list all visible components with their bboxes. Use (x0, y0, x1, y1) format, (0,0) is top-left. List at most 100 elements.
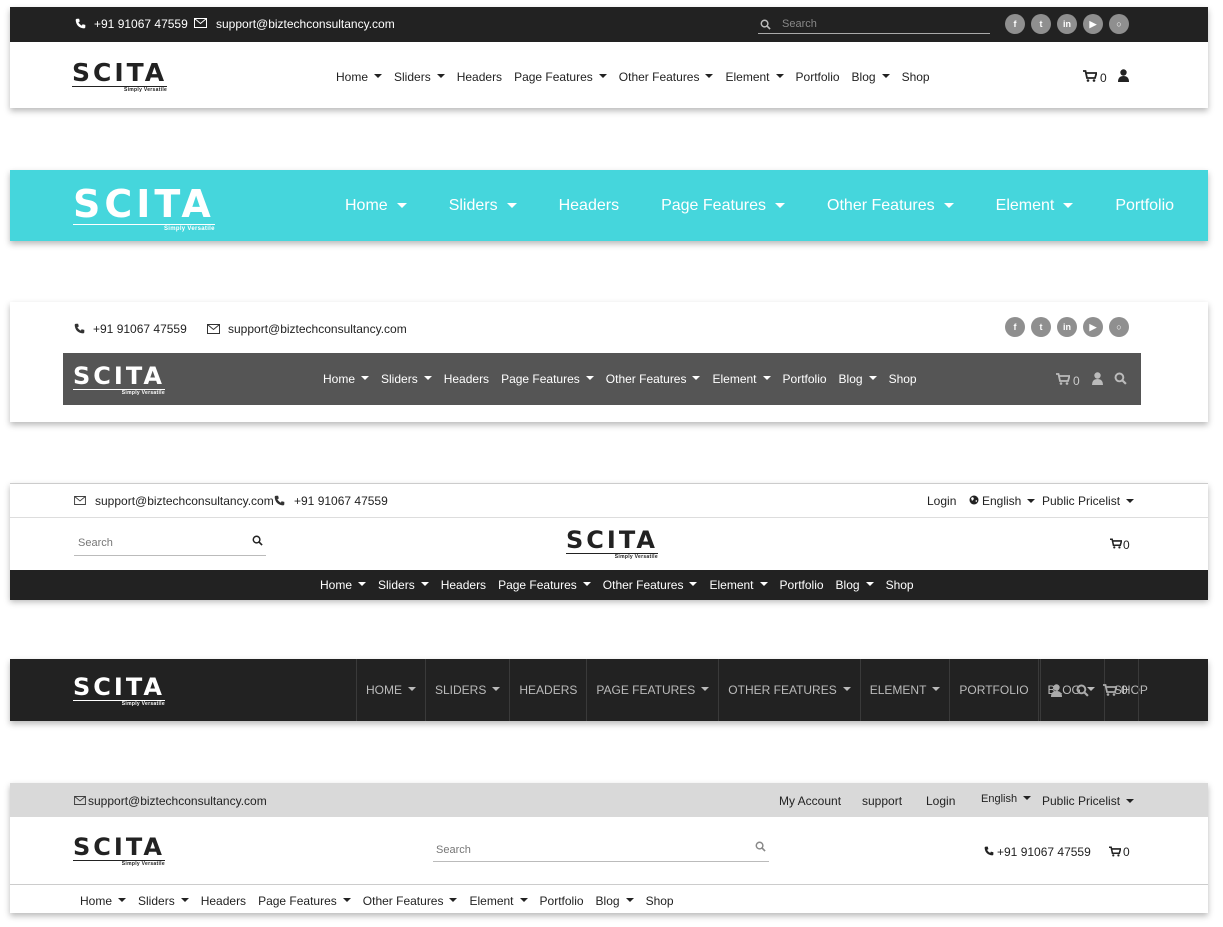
nav-item-headers[interactable]: Headers (441, 578, 486, 592)
facebook-icon[interactable]: f (1005, 317, 1025, 337)
nav-item-headers[interactable]: Headers (559, 197, 619, 215)
logo[interactable]: SCITA Simply Versatile (72, 60, 168, 93)
cart-icon[interactable] (1109, 846, 1121, 857)
nav-item-blog[interactable]: Blog (596, 894, 634, 908)
language-select[interactable]: English (981, 793, 1032, 805)
nav-item-home[interactable]: Home (80, 894, 127, 908)
nav-item-page-features[interactable]: Page Features (661, 197, 786, 215)
nav-item-blog[interactable]: Blog (839, 372, 877, 386)
nav-item-home[interactable]: Home (345, 197, 407, 215)
nav-item-element[interactable]: Element (725, 70, 784, 84)
user-icon[interactable] (1118, 69, 1129, 82)
phone-number[interactable]: +91 91067 47559 (997, 845, 1091, 859)
user-icon[interactable] (1092, 372, 1103, 385)
nav-item-page-features[interactable]: PAGE FEATURES (586, 659, 718, 721)
logo[interactable]: SCITA Simply Versatile (73, 835, 165, 867)
nav-item-label: Home (323, 372, 356, 386)
support-link[interactable]: support (862, 794, 902, 808)
nav-item-other-features[interactable]: Other Features (606, 372, 701, 386)
search-icon[interactable] (252, 535, 263, 546)
email-link[interactable]: support@biztechconsultancy.com (216, 17, 395, 31)
login-link[interactable]: Login (926, 794, 955, 808)
nav-item-page-features[interactable]: Page Features (258, 894, 351, 908)
nav-item-shop[interactable]: Shop (886, 578, 914, 592)
nav-item-other-features[interactable]: Other Features (603, 578, 698, 592)
nav-item-headers[interactable]: Headers (457, 70, 502, 84)
nav-item-sliders[interactable]: Sliders (449, 197, 517, 215)
chevron-down-icon (436, 74, 445, 78)
nav-item-shop[interactable]: Shop (646, 894, 674, 908)
nav-item-portfolio[interactable]: PORTFOLIO (949, 659, 1037, 721)
nav-item-home[interactable]: Home (336, 70, 383, 84)
cart-icon[interactable] (1056, 373, 1070, 385)
nav-item-portfolio[interactable]: Portfolio (1115, 197, 1174, 215)
nav-item-other-features[interactable]: OTHER FEATURES (718, 659, 859, 721)
nav-item-home[interactable]: HOME (356, 659, 425, 721)
email-link[interactable]: support@biztechconsultancy.com (88, 794, 267, 808)
nav-item-portfolio[interactable]: Portfolio (540, 894, 584, 908)
nav-item-headers[interactable]: HEADERS (509, 659, 586, 721)
login-link[interactable]: Login (927, 494, 956, 508)
nav-item-portfolio[interactable]: Portfolio (783, 372, 827, 386)
nav-item-page-features[interactable]: Page Features (501, 372, 594, 386)
linkedin-icon[interactable]: in (1057, 14, 1077, 34)
phone-number[interactable]: +91 91067 47559 (93, 322, 187, 336)
user-icon[interactable] (1051, 683, 1062, 697)
nav-item-sliders[interactable]: SLIDERS (425, 659, 509, 721)
nav-item-sliders[interactable]: Sliders (378, 578, 429, 592)
phone-number[interactable]: +91 91067 47559 (94, 17, 188, 31)
search-input[interactable]: Search (436, 844, 471, 856)
pricelist-select[interactable]: Public Pricelist (1042, 794, 1135, 808)
youtube-icon[interactable]: ▶ (1083, 14, 1103, 34)
nav-item-other-features[interactable]: Other Features (363, 894, 458, 908)
search-input[interactable]: Search (78, 537, 113, 549)
nav-item-portfolio[interactable]: Portfolio (780, 578, 824, 592)
nav-item-headers[interactable]: Headers (444, 372, 489, 386)
logo[interactable]: SCITA Simply Versatile (73, 364, 165, 396)
logo[interactable]: SCITA Simply Versatile (566, 528, 658, 560)
nav-item-home[interactable]: Home (323, 372, 370, 386)
nav-item-shop[interactable]: Shop (889, 372, 917, 386)
cart-icon[interactable] (1103, 684, 1117, 696)
nav-item-sliders[interactable]: Sliders (381, 372, 432, 386)
instagram-icon[interactable]: ○ (1109, 14, 1129, 34)
facebook-icon[interactable]: f (1005, 14, 1025, 34)
nav-item-portfolio[interactable]: Portfolio (796, 70, 840, 84)
nav-item-other-features[interactable]: Other Features (619, 70, 714, 84)
nav-item-shop[interactable]: Shop (902, 70, 930, 84)
twitter-icon[interactable]: t (1031, 14, 1051, 34)
nav-item-element[interactable]: ELEMENT (859, 659, 950, 721)
logo[interactable]: SCITA Simply Versatile (73, 675, 165, 707)
nav-item-sliders[interactable]: Sliders (394, 70, 445, 84)
linkedin-icon[interactable]: in (1057, 317, 1077, 337)
search-input[interactable]: Search (782, 18, 817, 30)
nav-item-element[interactable]: Element (469, 894, 528, 908)
youtube-icon[interactable]: ▶ (1083, 317, 1103, 337)
email-link[interactable]: support@biztechconsultancy.com (228, 322, 407, 336)
nav-item-element[interactable]: Element (712, 372, 771, 386)
nav-item-home[interactable]: Home (320, 578, 367, 592)
nav-item-blog[interactable]: Blog (852, 70, 890, 84)
language-select[interactable]: English (982, 494, 1036, 508)
logo[interactable]: SCITA Simply Versatile (73, 185, 215, 232)
instagram-icon[interactable]: ○ (1109, 317, 1129, 337)
nav-item-element[interactable]: Element (709, 578, 768, 592)
cart-icon[interactable] (1083, 70, 1097, 82)
nav-item-page-features[interactable]: Page Features (498, 578, 591, 592)
pricelist-select[interactable]: Public Pricelist (1042, 494, 1135, 508)
phone-number[interactable]: +91 91067 47559 (294, 494, 388, 508)
nav-item-headers[interactable]: Headers (201, 894, 246, 908)
email-link[interactable]: support@biztechconsultancy.com (95, 494, 274, 508)
nav-item-page-features[interactable]: Page Features (514, 70, 607, 84)
my-account-link[interactable]: My Account (779, 794, 841, 808)
search-icon[interactable] (1076, 684, 1089, 697)
nav-item-element[interactable]: Element (996, 197, 1074, 215)
search-icon[interactable] (1114, 372, 1127, 385)
chevron-down-icon (932, 687, 941, 691)
twitter-icon[interactable]: t (1031, 317, 1051, 337)
cart-icon[interactable] (1110, 538, 1122, 549)
nav-item-other-features[interactable]: Other Features (827, 197, 954, 215)
search-icon[interactable] (755, 841, 766, 852)
nav-item-sliders[interactable]: Sliders (138, 894, 189, 908)
nav-item-blog[interactable]: Blog (836, 578, 874, 592)
